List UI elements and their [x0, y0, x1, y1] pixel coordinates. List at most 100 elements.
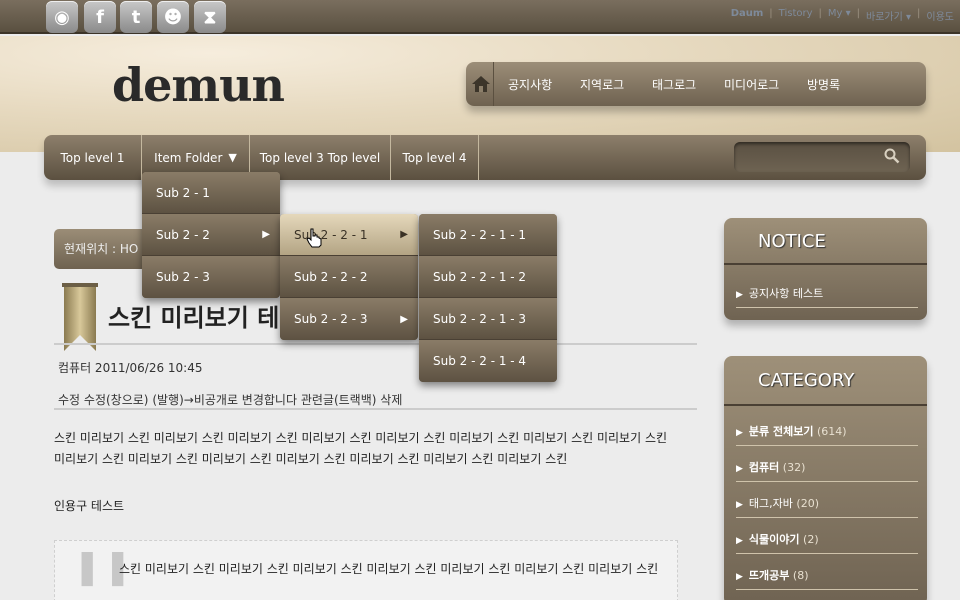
divider — [54, 408, 697, 410]
category-label: 뜨개공부 — [748, 569, 790, 582]
menu-item-sub-2-2-1-1[interactable]: Sub 2 - 2 - 1 - 1 — [419, 214, 557, 256]
quote-heading: 인용구 테스트 — [54, 499, 125, 513]
category-item[interactable]: ▶ 분류 전체보기 (614) — [736, 423, 918, 446]
chevron-down-icon: ▼ — [228, 151, 237, 164]
menu-item-label: Sub 2 - 2 - 1 - 4 — [433, 354, 527, 368]
notice-title: NOTICE — [758, 231, 826, 252]
post-title[interactable]: 스킨 미리보기 테 — [108, 298, 279, 333]
menu-item-label: Sub 2 - 2 - 1 - 1 — [433, 227, 527, 242]
category-count: (2) — [803, 533, 819, 546]
menu-item-sub-2-2[interactable]: Sub 2 - 2 ▶ — [142, 214, 280, 256]
gnb-location-log[interactable]: 지역로그 — [580, 76, 624, 93]
menu-item-sub-2-3[interactable]: Sub 2 - 3 — [142, 256, 280, 298]
top-links: Daum | Tistory | My ▾ | 바로가기 ▾ | 이용도 — [731, 8, 954, 23]
nav-label: Top level 3 Top level — [259, 150, 381, 165]
home-icon — [472, 76, 490, 92]
top-bar: ◉ f t ☻ ⧗ Daum | Tistory | My ▾ | 바로가기 ▾… — [0, 0, 960, 34]
my-menu-link[interactable]: My ▾ — [828, 8, 851, 23]
divider — [54, 343, 697, 345]
post-actions: 수정 수정(창으로) (발행)→비공개로 변경합니다 관련글(트랙백) 삭제 — [58, 391, 402, 408]
daum-link[interactable]: Daum — [731, 8, 764, 23]
menu-item-sub-2-2-2[interactable]: Sub 2 - 2 - 2 — [280, 256, 418, 298]
separator: | — [856, 8, 861, 19]
gnb-guestbook[interactable]: 방명록 — [807, 76, 840, 93]
menu-item-sub-2-1[interactable]: Sub 2 - 1 — [142, 172, 280, 214]
divider — [724, 263, 927, 265]
site-logo[interactable]: demun — [112, 58, 285, 112]
global-nav: 공지사항 지역로그 태그로그 미디어로그 방명록 — [466, 62, 926, 106]
delete-link[interactable]: 삭제 — [380, 393, 402, 407]
separator: | — [818, 8, 822, 19]
gnb-notice[interactable]: 공지사항 — [508, 76, 552, 93]
menu-item-sub-2-2-1[interactable]: Sub 2 - 2 - 1 ▶ — [280, 214, 418, 256]
nav-label: Top level 1 — [60, 150, 125, 165]
bullet-icon: ▶ — [736, 428, 743, 438]
facebook-icon[interactable]: f — [84, 1, 116, 33]
rss-icon[interactable]: ◉ — [46, 1, 78, 33]
usage-link[interactable]: 이용도 — [926, 8, 954, 23]
blockquote: ❚❚ 스킨 미리보기 스킨 미리보기 스킨 미리보기 스킨 미리보기 스킨 미리… — [54, 540, 678, 600]
shortcut-menu-link[interactable]: 바로가기 ▾ — [866, 8, 911, 23]
separator: | — [917, 8, 921, 19]
gnb-media-log[interactable]: 미디어로그 — [724, 76, 779, 93]
divider — [724, 404, 927, 406]
category-item[interactable]: ▶ 식물이야기 (2) — [736, 531, 918, 554]
notice-box: NOTICE ▶ 공지사항 테스트 — [724, 218, 927, 320]
category-item[interactable]: ▶ 태그,자바 (20) — [736, 495, 918, 518]
menu-item-label: Sub 2 - 2 - 2 — [294, 269, 368, 284]
edit-link[interactable]: 수정 — [58, 393, 80, 407]
post-meta: 컴퓨터 2011/06/26 10:45 — [58, 361, 203, 375]
menu-item-sub-2-2-1-4[interactable]: Sub 2 - 2 - 1 - 4 — [419, 340, 557, 382]
twitter-icon[interactable]: t — [120, 1, 152, 33]
edit-popup-link[interactable]: 수정(창으로) — [84, 393, 149, 407]
publish-link[interactable]: (발행) — [152, 393, 183, 407]
dropdown-level-3: Sub 2 - 2 - 1 - 1 Sub 2 - 2 - 1 - 2 Sub … — [419, 214, 557, 382]
nav-label: Item Folder — [154, 150, 223, 165]
me2day-icon[interactable]: ☻ — [157, 1, 189, 33]
tistory-link[interactable]: Tistory — [779, 8, 813, 23]
menu-item-label: Sub 2 - 2 - 3 — [294, 312, 368, 326]
chevron-right-icon: ▶ — [262, 229, 270, 240]
category-label: 컴퓨터 — [748, 461, 780, 474]
menu-item-label: Sub 2 - 2 - 1 - 3 — [433, 311, 527, 326]
home-button[interactable] — [466, 62, 494, 106]
menu-item-label: Sub 2 - 1 — [156, 185, 210, 200]
notice-item[interactable]: ▶ 공지사항 테스트 — [736, 285, 918, 308]
make-private-link[interactable]: →비공개로 변경합니다 — [184, 393, 297, 407]
bullet-icon: ▶ — [736, 464, 743, 474]
search-input[interactable] — [734, 142, 910, 172]
category-count: (614) — [816, 425, 847, 438]
nav-top-level-4[interactable]: Top level 4 — [391, 135, 479, 180]
trackback-link[interactable]: 관련글(트랙백) — [301, 393, 377, 407]
dropdown-level-2: Sub 2 - 2 - 1 ▶ Sub 2 - 2 - 2 Sub 2 - 2 -… — [280, 214, 418, 340]
bullet-icon: ▶ — [736, 572, 743, 582]
quote-text: 스킨 미리보기 스킨 미리보기 스킨 미리보기 스킨 미리보기 스킨 미리보기 … — [119, 562, 659, 576]
category-label: 태그,자바 — [748, 497, 793, 510]
notice-item-label: 공지사항 테스트 — [748, 287, 824, 300]
menu-item-label: Sub 2 - 2 - 1 - 2 — [433, 269, 527, 284]
menu-item-sub-2-2-1-3[interactable]: Sub 2 - 2 - 1 - 3 — [419, 298, 557, 340]
category-count: (20) — [796, 497, 819, 510]
category-count: (32) — [782, 461, 806, 474]
category-label: 분류 전체보기 — [748, 425, 814, 438]
menu-item-label: Sub 2 - 3 — [156, 270, 210, 284]
menu-item-sub-2-2-1-2[interactable]: Sub 2 - 2 - 1 - 2 — [419, 256, 557, 298]
dropdown-level-1: Sub 2 - 1 Sub 2 - 2 ▶ Sub 2 - 3 — [142, 172, 280, 298]
menu-item-sub-2-2-3[interactable]: Sub 2 - 2 - 3 ▶ — [280, 298, 418, 340]
category-item[interactable]: ▶ 컴퓨터 (32) — [736, 459, 918, 482]
nav-label: Top level 4 — [402, 150, 467, 165]
bullet-icon: ▶ — [736, 536, 743, 546]
hourglass-icon[interactable]: ⧗ — [194, 1, 226, 33]
gnb-tag-log[interactable]: 태그로그 — [652, 76, 696, 93]
post-body: 스킨 미리보기 스킨 미리보기 스킨 미리보기 스킨 미리보기 스킨 미리보기 … — [54, 431, 668, 466]
separator: | — [769, 8, 773, 19]
search-icon[interactable] — [884, 148, 900, 164]
category-box: CATEGORY ▶ 분류 전체보기 (614) ▶ 컴퓨터 (32) ▶ 태그,자바… — [724, 356, 927, 600]
menu-item-label: Sub 2 - 2 — [156, 227, 210, 242]
chevron-right-icon: ▶ — [400, 229, 408, 240]
hand-cursor-icon — [306, 228, 322, 248]
nav-top-level-1[interactable]: Top level 1 — [44, 135, 142, 180]
category-item[interactable]: ▶ 뜨개공부 (8) — [736, 567, 918, 590]
bullet-icon: ▶ — [736, 290, 743, 300]
category-count: (8) — [792, 569, 809, 582]
